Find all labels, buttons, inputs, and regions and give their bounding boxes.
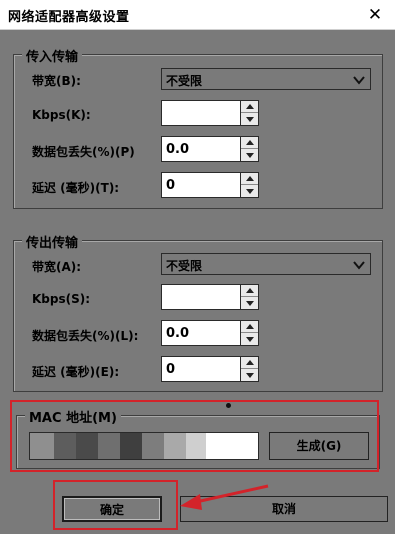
spin-down-icon[interactable] (241, 185, 258, 197)
incoming-bandwidth-select[interactable]: 不受限 (161, 68, 371, 90)
outgoing-group-label: 传出传输 (22, 232, 83, 251)
incoming-packet-loss-label: 数据包丢失(%)(P) (32, 145, 135, 159)
dialog-title: 网络适配器高级设置 (8, 10, 130, 25)
incoming-group-label: 传入传输 (22, 46, 83, 65)
outgoing-packet-loss-label: 数据包丢失(%)(L): (32, 329, 139, 343)
incoming-packet-loss-value: 0.0 (166, 142, 190, 157)
outgoing-bandwidth-label: 带宽(A): (32, 260, 82, 274)
outgoing-latency-spinbox[interactable]: 0 (161, 356, 259, 382)
incoming-latency-value: 0 (166, 178, 176, 193)
spin-up-icon[interactable] (241, 101, 258, 113)
outgoing-kbps-label: Kbps(S): (32, 292, 91, 306)
spin-up-icon[interactable] (241, 173, 258, 185)
incoming-bandwidth-label: 带宽(B): (32, 74, 81, 88)
incoming-kbps-label: Kbps(K): (32, 108, 91, 122)
chevron-down-icon (353, 261, 365, 270)
incoming-transfer-group: 传入传输 带宽(B): 不受限 Kbps(K): 数据包丢失(%)(P) 0.0… (13, 46, 383, 209)
incoming-packet-loss-spinbox[interactable]: 0.0 (161, 136, 259, 162)
spin-up-icon[interactable] (241, 137, 258, 149)
spin-down-icon[interactable] (241, 369, 258, 381)
mac-highlight-box (10, 400, 379, 472)
outgoing-bandwidth-select[interactable]: 不受限 (161, 253, 371, 275)
incoming-latency-label: 延迟 (毫秒)(T): (32, 181, 120, 195)
outgoing-latency-label: 延迟 (毫秒)(E): (32, 365, 120, 379)
ok-highlight-box (53, 480, 178, 530)
incoming-latency-spin-buttons (240, 173, 258, 197)
outgoing-kbps-spin-buttons (240, 285, 258, 309)
spin-up-icon[interactable] (241, 357, 258, 369)
outgoing-packet-loss-spinbox[interactable]: 0.0 (161, 320, 259, 346)
spin-down-icon[interactable] (241, 297, 258, 309)
outgoing-packet-loss-value: 0.0 (166, 326, 190, 341)
spin-up-icon[interactable] (241, 321, 258, 333)
spin-down-icon[interactable] (241, 149, 258, 161)
spin-down-icon[interactable] (241, 113, 258, 125)
outgoing-latency-spin-buttons (240, 357, 258, 381)
chevron-down-icon (353, 76, 365, 85)
incoming-kbps-spinbox[interactable] (161, 100, 259, 126)
incoming-loss-spin-buttons (240, 137, 258, 161)
spin-up-icon[interactable] (241, 285, 258, 297)
incoming-bandwidth-value: 不受限 (166, 74, 203, 88)
incoming-kbps-spin-buttons (240, 101, 258, 125)
incoming-latency-spinbox[interactable]: 0 (161, 172, 259, 198)
cancel-label: 取消 (271, 502, 296, 516)
outgoing-latency-value: 0 (166, 362, 176, 377)
title-bar: 网络适配器高级设置 ✕ (0, 0, 395, 30)
spin-down-icon[interactable] (241, 333, 258, 345)
outgoing-bandwidth-value: 不受限 (166, 259, 203, 273)
outgoing-kbps-spinbox[interactable] (161, 284, 259, 310)
close-icon[interactable]: ✕ (363, 3, 387, 27)
arrow-annotation-icon (180, 484, 269, 510)
outgoing-loss-spin-buttons (240, 321, 258, 345)
outgoing-transfer-group: 传出传输 带宽(A): 不受限 Kbps(S): 数据包丢失(%)(L): 0.… (13, 232, 383, 392)
